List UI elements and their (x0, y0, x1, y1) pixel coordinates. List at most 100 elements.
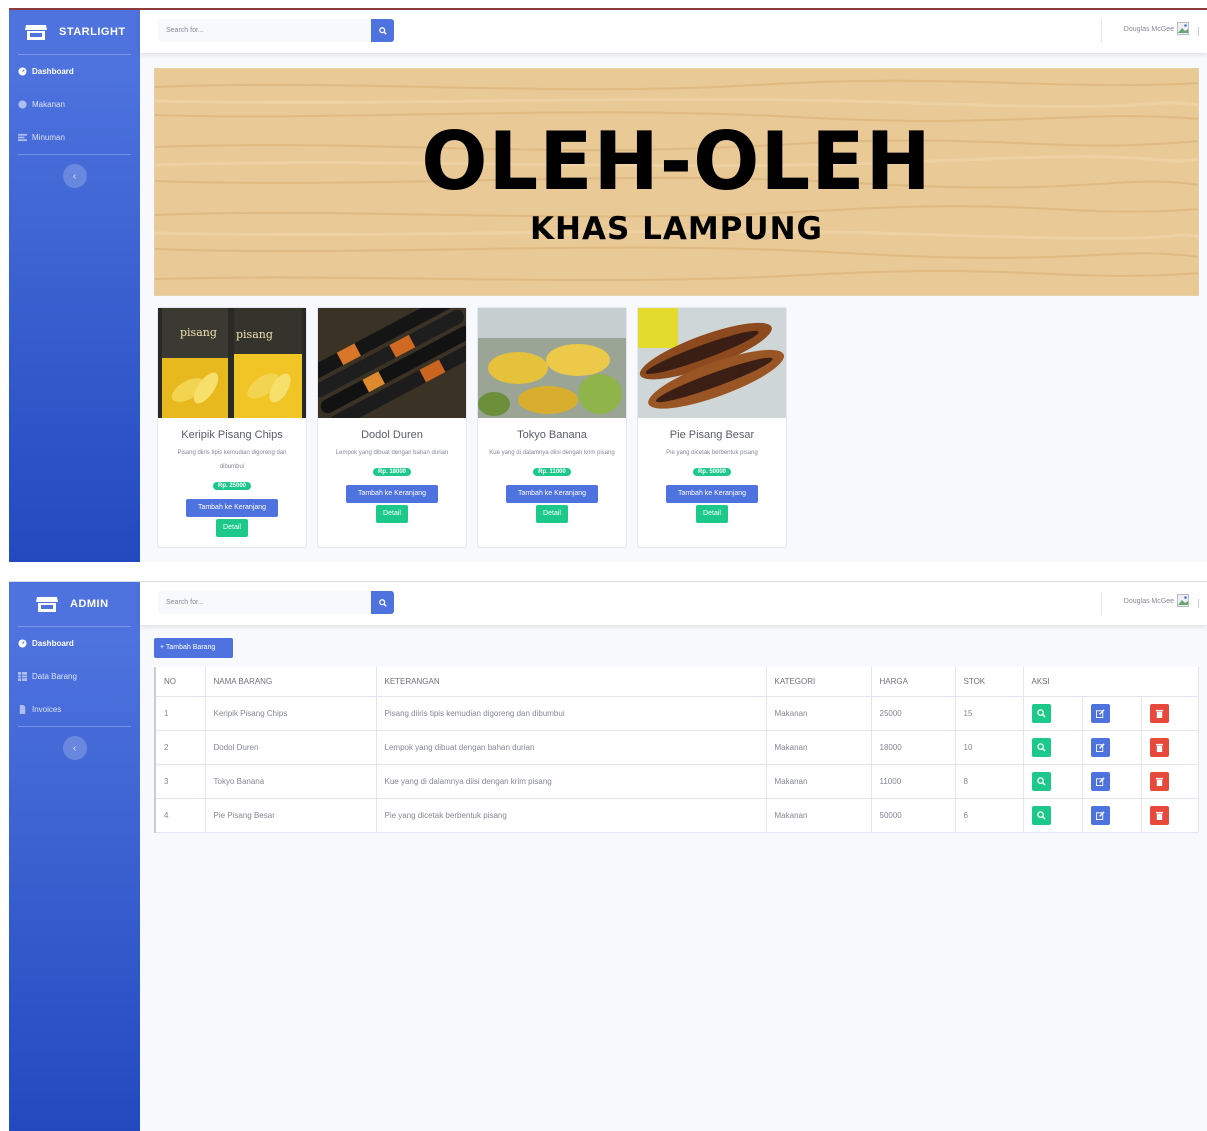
sidebar-brand[interactable]: STARLIGHT (9, 10, 140, 54)
cell-stock: 8 (955, 764, 1024, 799)
sidebar-item-minuman[interactable]: Minuman (9, 121, 140, 154)
store-icon (25, 24, 47, 41)
cell-action (1141, 730, 1199, 765)
add-to-cart-button[interactable]: Tambah ke Keranjang (186, 499, 278, 517)
cell-category: Makanan (766, 730, 872, 765)
delete-button[interactable] (1149, 703, 1169, 723)
product-card: Dodol Duren Lempok yang dibuat dengan ba… (317, 307, 467, 548)
sidebar-item-data-barang[interactable]: Data Barang (9, 660, 140, 693)
edit-icon (1095, 810, 1105, 820)
detail-button[interactable]: Detail (216, 519, 248, 537)
cell-stock: 15 (955, 696, 1024, 731)
sidebar-toggle-button[interactable]: ‹ (62, 164, 87, 188)
cell-no: 2 (154, 730, 206, 765)
cell-stock: 10 (955, 730, 1024, 765)
svg-text:pisang: pisang (236, 328, 273, 341)
product-image (318, 308, 466, 418)
search-button[interactable] (371, 19, 394, 42)
column-header: NO (154, 667, 206, 697)
avatar[interactable] (1177, 594, 1189, 608)
cell-action (1082, 730, 1142, 765)
cell-action (1082, 764, 1142, 799)
table-icon (18, 672, 27, 681)
search-button[interactable] (371, 591, 394, 614)
product-description: Kue yang di dalamnya diisi dengan krim p… (489, 450, 615, 456)
delete-button[interactable] (1149, 805, 1169, 825)
sidebar-item-invoices[interactable]: Invoices (9, 693, 140, 726)
delete-button[interactable] (1149, 737, 1169, 757)
topbar-divider (1198, 599, 1199, 608)
cell-action (1141, 764, 1199, 799)
sidebar-brand[interactable]: ADMIN (9, 582, 140, 626)
detail-button[interactable]: Detail (536, 505, 568, 523)
view-button[interactable] (1031, 703, 1051, 723)
sidebar-item-makanan[interactable]: Makanan (9, 88, 140, 121)
trash-icon (1155, 709, 1163, 718)
cell-description: Lempok yang dibuat dengan bahan durian (376, 730, 767, 765)
edit-button[interactable] (1090, 737, 1110, 757)
tachometer-icon (18, 67, 27, 76)
edit-button[interactable] (1090, 771, 1110, 791)
add-to-cart-button[interactable]: Tambah ke Keranjang (346, 485, 438, 503)
edit-icon (1095, 776, 1105, 786)
add-to-cart-button[interactable]: Tambah ke Keranjang (666, 485, 758, 503)
sidebar-toggle-button[interactable]: ‹ (62, 736, 87, 760)
sidebar-item-dashboard[interactable]: Dashboard (9, 627, 140, 660)
search-plus-icon (1036, 742, 1046, 752)
cell-price: 11000 (871, 764, 956, 799)
hero-banner: OLEH-OLEH KHAS LAMPUNG (154, 68, 1199, 296)
cell-action (1023, 730, 1083, 765)
product-title: Dodol Duren (361, 429, 423, 441)
product-description: Lempok yang dibuat dengan bahan durian (335, 450, 449, 456)
product-image: pisang pisang (158, 308, 306, 418)
view-button[interactable] (1031, 805, 1051, 825)
cell-no: 3 (154, 764, 206, 799)
product-card: Pie Pisang Besar Pie yang dicetak berben… (637, 307, 787, 548)
sidebar-item-dashboard[interactable]: Dashboard (9, 55, 140, 88)
price-badge: Rp. 25000 (212, 482, 252, 490)
sidebar: STARLIGHT Dashboard Makanan Minuman ‹ (9, 10, 140, 562)
column-header: NAMA BARANG (205, 667, 377, 697)
cell-no: 1 (154, 696, 206, 731)
view-button[interactable] (1031, 771, 1051, 791)
search-icon (378, 598, 387, 607)
sidebar-item-label: Invoices (32, 705, 62, 714)
search-input[interactable]: Search for... (158, 19, 371, 42)
avatar[interactable] (1177, 22, 1189, 36)
items-table: NO NAMA BARANG KETERANGAN KATEGORI HARGA… (154, 667, 1199, 833)
sidebar-item-label: Dashboard (32, 67, 74, 76)
cell-action (1082, 696, 1142, 731)
product-title: Pie Pisang Besar (669, 429, 755, 441)
product-title: Tokyo Banana (517, 429, 587, 441)
cell-category: Makanan (766, 696, 872, 731)
admin-screenshot: ADMIN Dashboard Data Barang Invoices ‹ S… (9, 581, 1207, 1131)
sidebar-divider (18, 726, 131, 727)
view-button[interactable] (1031, 737, 1051, 757)
trash-icon (1155, 811, 1163, 820)
detail-button[interactable]: Detail (696, 505, 728, 523)
chevron-left-icon: ‹ (72, 170, 77, 182)
cell-name: Dodol Duren (205, 730, 377, 765)
delete-button[interactable] (1149, 771, 1169, 791)
user-name[interactable]: Douglas McGee (1124, 598, 1174, 605)
cell-price: 25000 (871, 696, 956, 731)
cell-no: 4 (154, 798, 206, 833)
list-icon (18, 133, 27, 142)
edit-button[interactable] (1090, 805, 1110, 825)
trash-icon (1155, 777, 1163, 786)
cell-category: Makanan (766, 764, 872, 799)
user-name[interactable]: Douglas McGee (1124, 26, 1174, 33)
detail-button[interactable]: Detail (376, 505, 408, 523)
search-input[interactable]: Search for... (158, 591, 371, 614)
trash-icon (1155, 743, 1163, 752)
banner-title: OLEH-OLEH (421, 115, 932, 209)
product-image (638, 308, 786, 418)
product-card: Tokyo Banana Kue yang di dalamnya diisi … (477, 307, 627, 548)
add-item-button[interactable]: + Tambah Barang (154, 638, 233, 658)
cell-description: Kue yang di dalamnya diisi dengan krim p… (376, 764, 767, 799)
edit-icon (1095, 708, 1105, 718)
edit-button[interactable] (1090, 703, 1110, 723)
sidebar-divider (18, 154, 131, 155)
add-to-cart-button[interactable]: Tambah ke Keranjang (506, 485, 598, 503)
column-header: HARGA (871, 667, 956, 697)
